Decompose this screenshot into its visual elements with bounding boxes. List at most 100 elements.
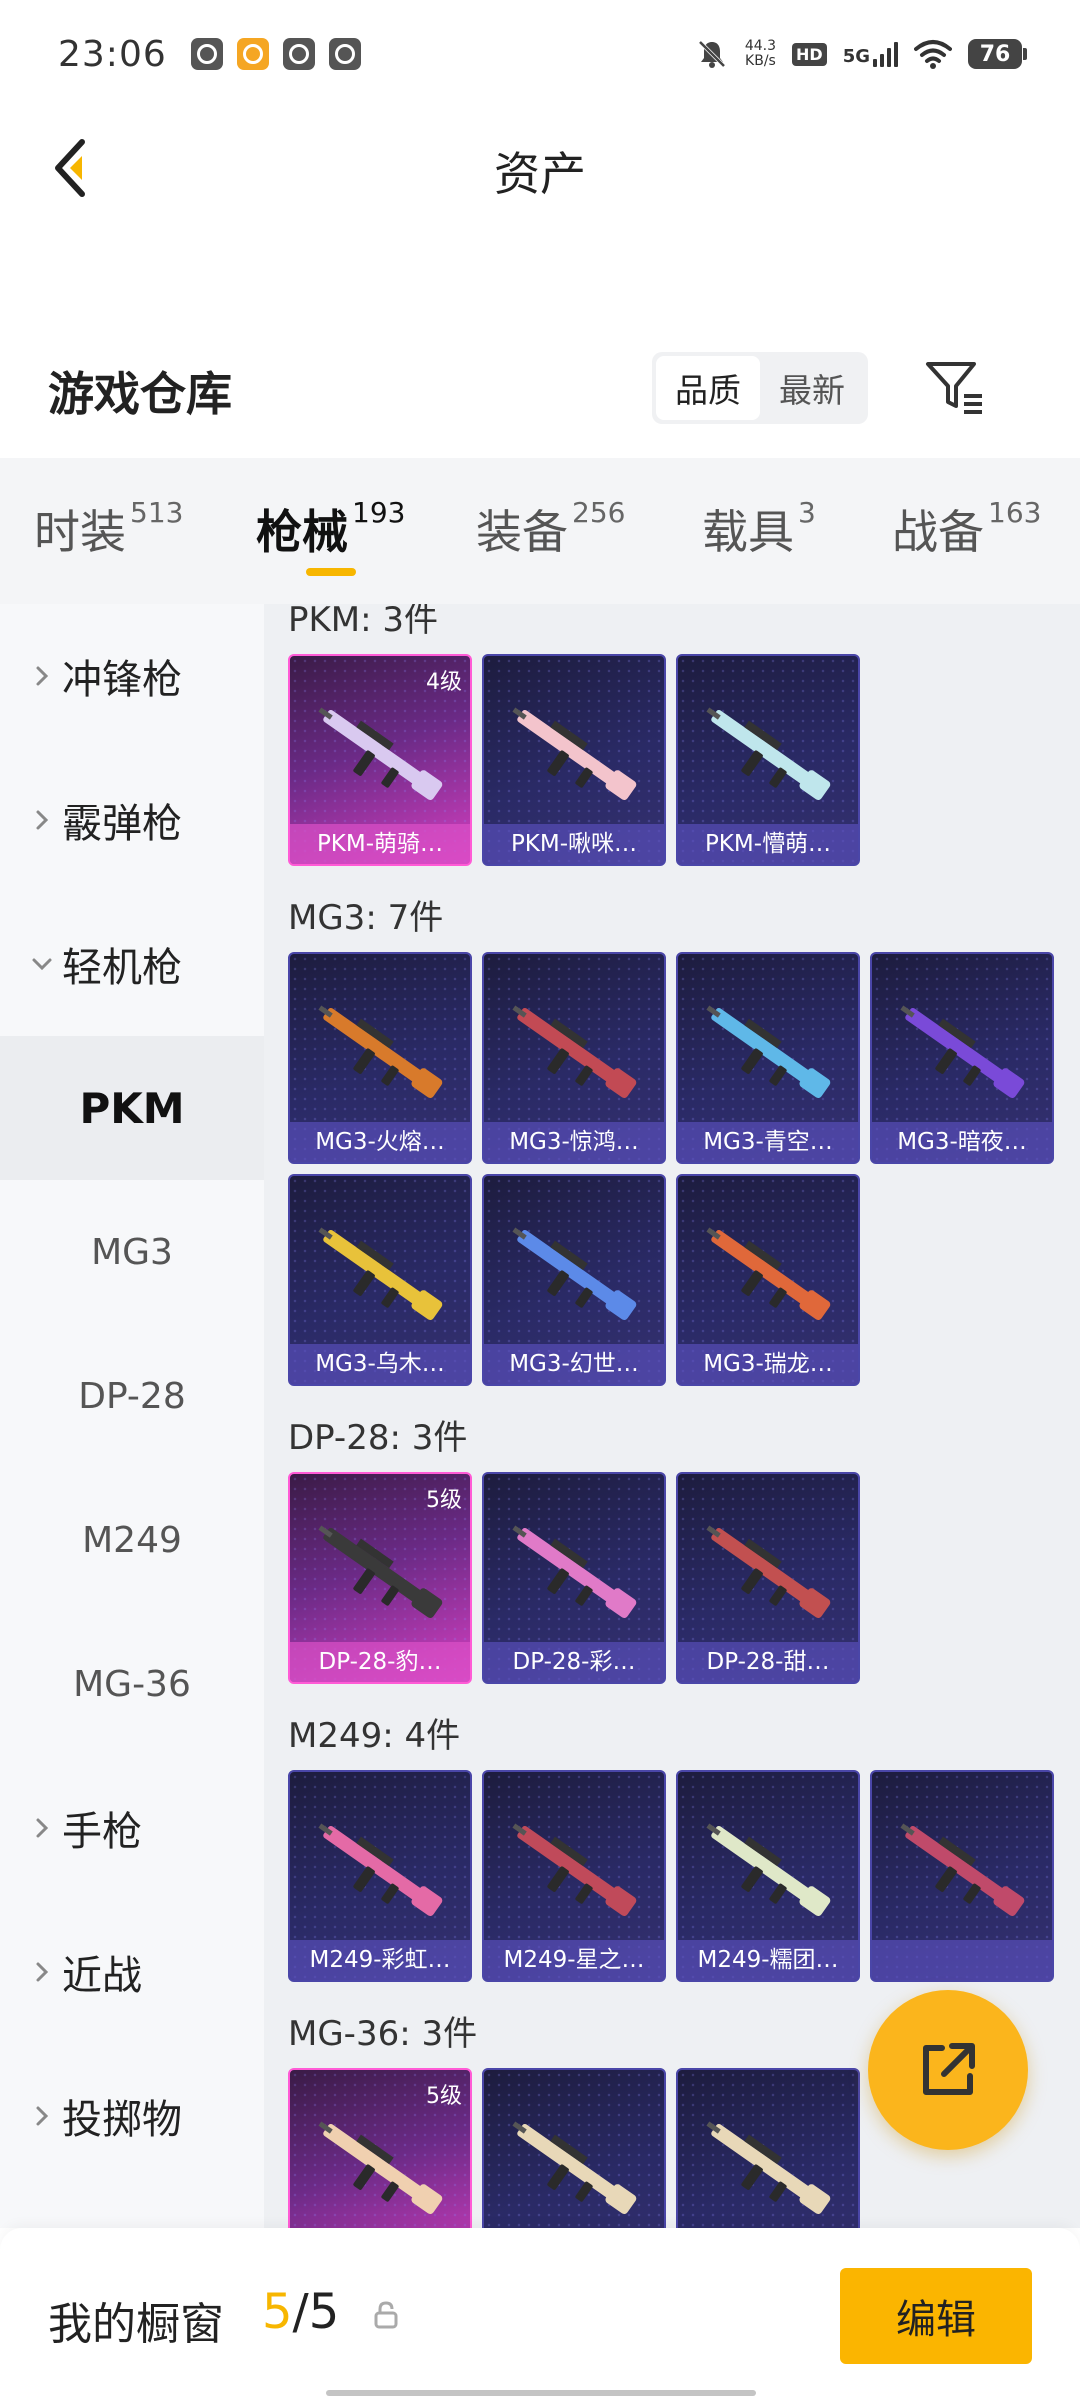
sidebar-subitem-pkm[interactable]: PKM (0, 1036, 264, 1180)
weapon-card[interactable]: PKM-啾咪… (482, 654, 666, 866)
sidebar-item-lmg[interactable]: 轻机枪 (0, 892, 264, 1036)
sidebar-subitem-dp28[interactable]: DP-28 (0, 1324, 264, 1468)
weapon-card[interactable]: MG3-暗夜… (870, 952, 1054, 1164)
sidebar-subitem-m249[interactable]: M249 (0, 1468, 264, 1612)
chevron-right-icon (36, 1818, 49, 1838)
sidebar-item-throwables[interactable]: 投掷物 (0, 2044, 264, 2188)
group-title: PKM: 3件 (288, 604, 439, 640)
sidebar-subitem-mg36[interactable]: MG-36 (0, 1612, 264, 1756)
card-name: MG3-暗夜… (872, 1122, 1052, 1162)
weapon-card[interactable]: MG3-惊鸿… (482, 952, 666, 1164)
showcase-max: 5 (308, 2284, 340, 2340)
gun-icon (706, 1823, 831, 1917)
tab-count: 163 (988, 496, 1042, 529)
weapon-card[interactable]: M249-彩虹… (288, 1770, 472, 1982)
gun-icon (706, 2121, 831, 2215)
gun-icon (318, 1525, 443, 1619)
sidebar-item-label: 霰弹枪 (62, 801, 182, 847)
weapon-card[interactable]: MG3-青空… (676, 952, 860, 1164)
status-right: 44.3 KB/s HD 5G 76 (695, 37, 1027, 71)
group-title: M249: 4件 (288, 1716, 461, 1756)
sidebar-item-melee[interactable]: 近战 (0, 1900, 264, 2044)
weapon-card[interactable]: DP-28-彩… (482, 1472, 666, 1684)
app-header: 资产 (0, 108, 1080, 228)
card-name: MG3-瑞龙… (678, 1344, 858, 1384)
tab-count: 193 (352, 496, 406, 529)
status-bar: 23:06 44.3 KB/s HD 5G 76 (0, 0, 1080, 108)
weapon-card[interactable]: MG3-火熔… (288, 952, 472, 1164)
weapon-card[interactable]: 5级 DP-28-豹… (288, 1472, 472, 1684)
weapon-card[interactable] (676, 2068, 860, 2228)
card-name: DP-28-甜… (678, 1642, 858, 1682)
card-name: M249-糯团… (678, 1940, 858, 1980)
gun-icon (706, 1525, 831, 1619)
card-name: MG3-惊鸿… (484, 1122, 664, 1162)
weapon-card[interactable]: 4级 PKM-萌骑… (288, 654, 472, 866)
card-level-badge: 5级 (426, 2084, 462, 2109)
tab-vehicles[interactable]: 载具 3 (702, 496, 816, 562)
gun-icon (512, 2121, 637, 2215)
card-name: DP-28-彩… (484, 1642, 664, 1682)
tab-fashion[interactable]: 时装 513 (34, 496, 183, 562)
sidebar-subitem-mg3[interactable]: MG3 (0, 1180, 264, 1324)
mute-bell-icon (698, 40, 726, 68)
app-notification-icon (190, 38, 223, 70)
gun-icon (512, 1525, 637, 1619)
weapon-card[interactable]: PKM-懵萌… (676, 654, 860, 866)
card-name: MG3-幻世… (484, 1344, 664, 1384)
weapon-card[interactable]: MG3-瑞龙… (676, 1174, 860, 1386)
tab-count: 3 (798, 496, 816, 529)
tab-supplies[interactable]: 战备 163 (892, 496, 1041, 562)
hd-badge: HD (792, 42, 827, 66)
weapon-card[interactable] (870, 1770, 1054, 1982)
group-title: MG3: 7件 (288, 898, 444, 938)
gun-icon (900, 1005, 1025, 1099)
group-title: MG-36: 3件 (288, 2014, 478, 2054)
signal-icon (873, 41, 898, 67)
weapon-card[interactable]: MG3-幻世… (482, 1174, 666, 1386)
card-name: MG3-火熔… (290, 1122, 470, 1162)
card-name: PKM-懵萌… (678, 824, 858, 864)
weapon-card[interactable]: M249-糯团… (676, 1770, 860, 1982)
weapon-card[interactable]: 5级 (288, 2068, 472, 2228)
network-speed: 44.3 KB/s (745, 39, 776, 69)
chevron-right-icon (36, 1962, 49, 1982)
sidebar-item-smg[interactable]: 冲锋枪 (0, 604, 264, 748)
gun-icon (318, 1823, 443, 1917)
tab-equipment[interactable]: 装备 256 (476, 496, 625, 562)
showcase-count: 5/5 (262, 2284, 339, 2340)
sort-quality-button[interactable]: 品质 (656, 356, 760, 420)
share-fab-button[interactable] (868, 1990, 1028, 2150)
weapon-card[interactable] (482, 2068, 666, 2228)
filter-button[interactable] (922, 356, 986, 420)
tab-firearms[interactable]: 枪械 193 (256, 496, 406, 576)
tab-count: 513 (130, 496, 184, 529)
gun-icon (706, 1227, 831, 1321)
share-icon (923, 2043, 975, 2095)
page-title: 资产 (494, 147, 586, 201)
weapon-type-sidebar: 冲锋枪 霰弹枪 轻机枪 PKM MG3 DP-28 M249 MG-36 手枪 … (0, 604, 264, 2228)
card-name: MG3-青空… (678, 1122, 858, 1162)
weapon-card[interactable]: MG3-乌木… (288, 1174, 472, 1386)
gun-icon (512, 1005, 637, 1099)
gun-icon (706, 707, 831, 801)
showcase-label: 我的橱窗 (48, 2299, 224, 2350)
gun-icon (318, 2121, 443, 2215)
sort-toggle: 品质 最新 (652, 352, 868, 424)
battery-level: 76 (979, 41, 1011, 67)
category-tabs: 时装 513 枪械 193 装备 256 载具 3 战备 163 (0, 458, 1080, 604)
edit-button[interactable]: 编辑 (840, 2268, 1032, 2364)
sidebar-item-pistol[interactable]: 手枪 (0, 1756, 264, 1900)
active-tab-indicator (306, 568, 356, 576)
sidebar-item-shotgun[interactable]: 霰弹枪 (0, 748, 264, 892)
showcase-current: 5 (262, 2284, 293, 2340)
card-name: M249-星之… (484, 1940, 664, 1980)
tab-label: 战备 (892, 505, 984, 559)
net-speed-value: 44.3 (744, 38, 777, 54)
weapon-card[interactable]: DP-28-甜… (676, 1472, 860, 1684)
weapon-card[interactable]: M249-星之… (482, 1770, 666, 1982)
home-indicator (326, 2390, 756, 2396)
sidebar-item-label: 投掷物 (62, 2097, 182, 2143)
status-time: 23:06 (58, 33, 167, 75)
sort-latest-button[interactable]: 最新 (760, 356, 864, 420)
